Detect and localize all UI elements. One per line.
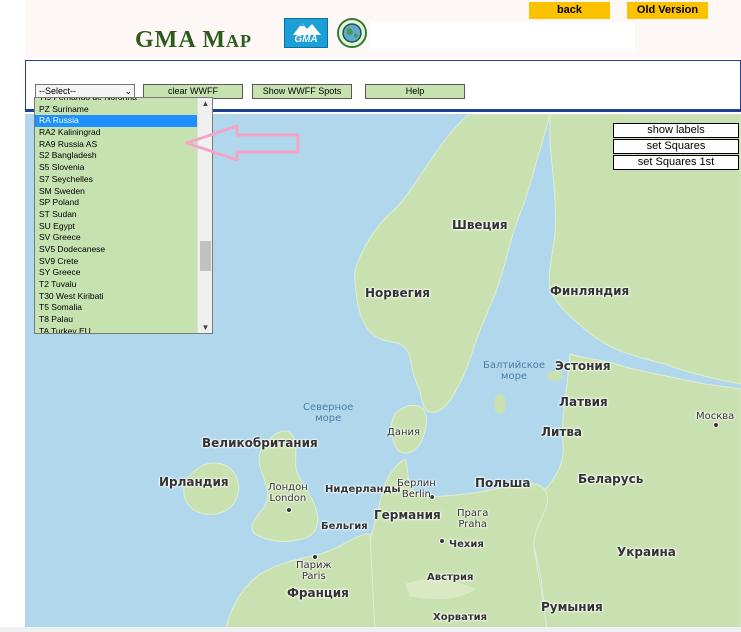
dropdown-option[interactable]: ST Sudan	[35, 209, 198, 221]
map-label-netherlands: Нидерланды	[325, 484, 401, 495]
dropdown-option[interactable]: SV5 Dodecanese	[35, 244, 198, 256]
scrollbar-thumb[interactable]	[200, 241, 211, 271]
dropdown-option[interactable]: T30 West Kiribati	[35, 291, 198, 303]
gma-logo: GMA	[284, 18, 328, 48]
map-label-norway: Норвегия	[365, 286, 430, 300]
dropdown-option[interactable]: RA Russia	[35, 115, 198, 128]
map-label-north-sea-line2: море	[315, 413, 342, 424]
scroll-up-icon[interactable]: ▲	[198, 99, 212, 108]
mountain-icon	[293, 23, 321, 35]
dropdown-option[interactable]: SV9 Crete	[35, 256, 198, 268]
set-squares-first-button[interactable]: set Squares 1st	[613, 155, 739, 170]
map-label-belgium: Бельгия	[321, 521, 368, 532]
map-city-paris-en: Paris	[301, 571, 326, 582]
map-label-ukraine: Украина	[617, 545, 676, 559]
map-label-north-sea: Северное море	[303, 402, 353, 424]
dropdown-option[interactable]: S7 Seychelles	[35, 174, 198, 186]
map-city-london-en: London	[269, 493, 307, 504]
map-label-france: Франция	[287, 586, 349, 600]
map-city-paris: Париж Paris	[296, 560, 332, 582]
map-label-lithuania: Литва	[541, 425, 583, 439]
show-wwff-spots-button[interactable]: Show WWFF Spots	[252, 84, 352, 99]
map-label-baltic-sea-line1: Балтийское	[483, 360, 546, 371]
map-label-poland: Польша	[475, 476, 531, 490]
header: back Old Version GMA MAP GMA	[25, 0, 741, 58]
show-labels-button[interactable]: show labels	[613, 123, 739, 138]
map-label-czech: Чехия	[449, 539, 484, 550]
back-button[interactable]: back	[529, 2, 610, 19]
header-banner-area	[370, 22, 635, 50]
dropdown-option[interactable]: SM Sweden	[35, 186, 198, 198]
dropdown-items: TI9 Fernando de Noronha PZ Suriname RA Rus…	[35, 98, 198, 333]
map-label-baltic-sea-line2: море	[500, 371, 528, 382]
site-title: GMA MAP	[135, 27, 252, 54]
country-select[interactable]: --Select-- ⌄	[35, 84, 135, 98]
map-city-moscow: Москва	[696, 411, 735, 422]
map-city-prague: Прага Praha	[457, 508, 488, 530]
dropdown-option[interactable]: S5 Slovenia	[35, 162, 198, 174]
map-city-paris-ru: Париж	[296, 560, 332, 571]
dropdown-option[interactable]: T2 Tuvalu	[35, 279, 198, 291]
map-label-baltic-sea: Балтийское море	[483, 360, 545, 382]
map-city-london-ru: Лондон	[268, 482, 308, 493]
map-label-latvia: Латвия	[559, 395, 608, 409]
map-label-north-sea-line1: Северное	[303, 402, 354, 413]
map-label-belarus: Беларусь	[578, 472, 644, 486]
map-label-sweden: Швеция	[452, 218, 508, 232]
country-select-value: --Select--	[39, 86, 77, 96]
gma-logo-text: GMA	[294, 34, 318, 45]
set-squares-button[interactable]: set Squares	[613, 139, 739, 154]
map-label-croatia: Хорватия	[433, 612, 488, 623]
dropdown-option[interactable]: SV Greece	[35, 232, 198, 244]
map-city-berlin-ru: Берлин	[397, 478, 436, 489]
dropdown-option[interactable]: RA9 Russia AS	[35, 139, 198, 151]
help-button[interactable]: Help	[365, 84, 465, 99]
map-city-prague-en: Praha	[458, 519, 487, 530]
map-label-austria: Австрия	[427, 572, 474, 583]
map-city-prague-ru: Прага	[457, 508, 489, 519]
site-title-small-caps: AP	[225, 31, 252, 51]
pink-arrow-icon	[185, 124, 300, 162]
map-city-berlin: Берлин Berlin	[397, 478, 436, 500]
site-title-main: GMA M	[135, 27, 226, 53]
dropdown-option[interactable]: T8 Palau	[35, 314, 198, 326]
city-dot-prague	[439, 538, 445, 544]
chevron-down-icon: ⌄	[124, 86, 132, 96]
dropdown-option[interactable]: TA Turkey EU	[35, 326, 198, 333]
map-label-romania: Румыния	[541, 600, 603, 614]
dropdown-option[interactable]: T5 Somalia	[35, 302, 198, 314]
map-label-finland: Финляндия	[550, 284, 630, 298]
city-dot-london	[286, 507, 292, 513]
map-label-estonia: Эстония	[555, 359, 611, 373]
dropdown-option[interactable]: S2 Bangladesh	[35, 150, 198, 162]
map-label-uk: Великобритания	[202, 436, 318, 450]
map-label-denmark: Дания	[387, 427, 420, 438]
dropdown-option[interactable]: TI9 Fernando de Noronha	[35, 98, 198, 104]
map-city-london: Лондон London	[268, 482, 308, 504]
city-dot-moscow	[713, 422, 719, 428]
dropdown-option[interactable]: RA2 Kaliningrad	[35, 127, 198, 139]
old-version-button[interactable]: Old Version	[627, 2, 708, 19]
horizontal-scrollbar[interactable]	[0, 627, 741, 632]
dropdown-option[interactable]: SY Greece	[35, 267, 198, 279]
map-city-berlin-en: Berlin	[401, 489, 431, 500]
map-label-germany: Германия	[374, 508, 441, 522]
dropdown-option[interactable]: SU Egypt	[35, 221, 198, 233]
dropdown-option[interactable]: PZ Suriname	[35, 104, 198, 116]
map-label-ireland: Ирландия	[159, 475, 229, 489]
dropdown-option[interactable]: SP Poland	[35, 197, 198, 209]
scroll-down-icon[interactable]: ▼	[198, 323, 212, 332]
globe-logo-icon	[337, 18, 367, 48]
